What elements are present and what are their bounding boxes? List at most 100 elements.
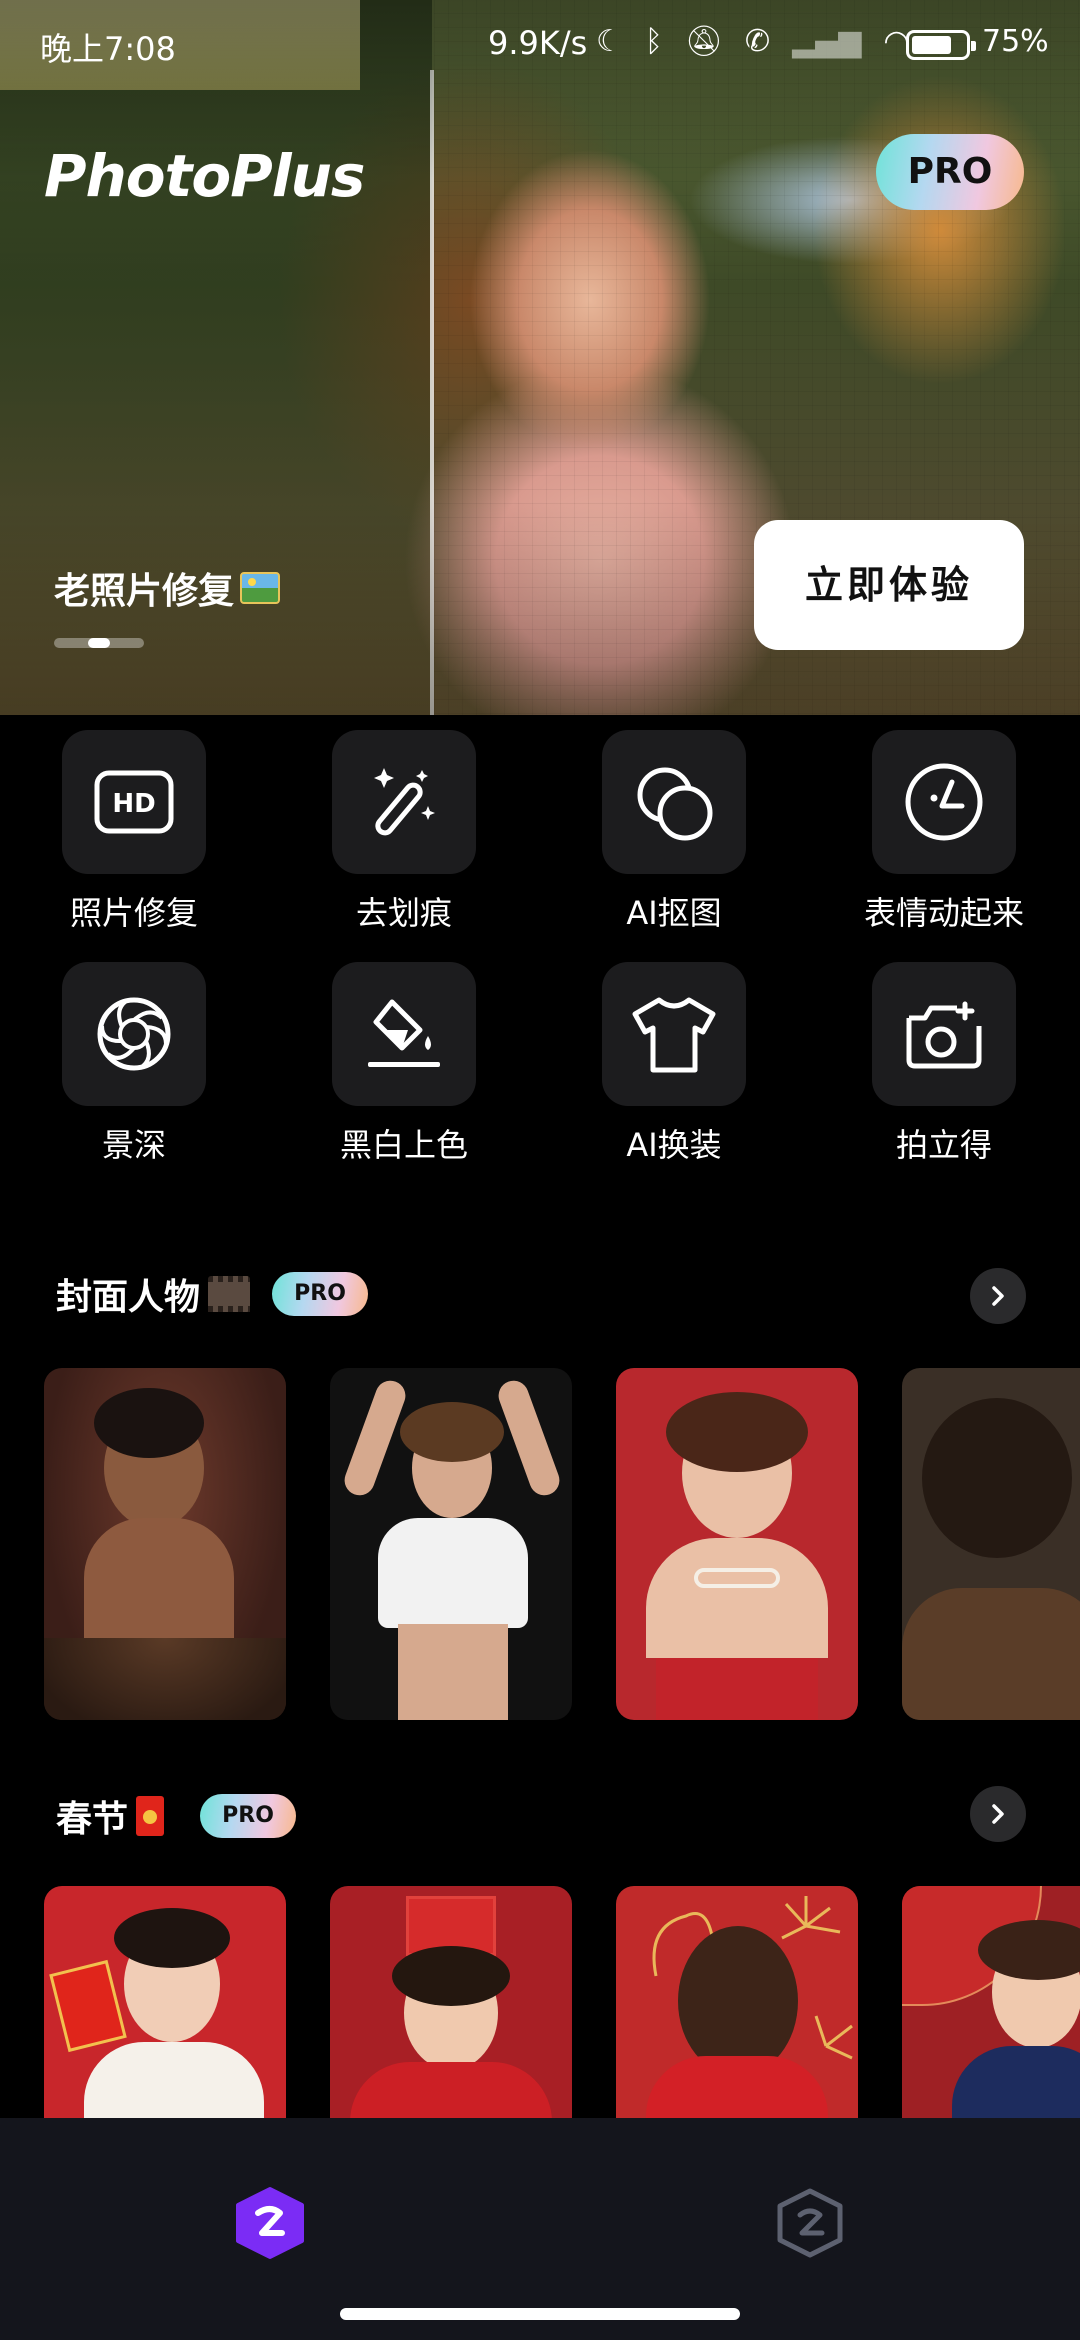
overlap-circles-icon — [637, 767, 713, 841]
battery-percent: 75% — [982, 24, 1049, 59]
tool-photo-repair[interactable]: HD 照片修复 — [34, 730, 234, 934]
chevron-right-icon — [992, 1286, 1004, 1306]
signal-icon: ▂▄▆ — [792, 24, 862, 59]
portrait-arm — [340, 1376, 410, 1500]
portrait-hair — [922, 1398, 1072, 1558]
portrait-hair — [94, 1388, 204, 1458]
carousel-active-dot — [88, 638, 110, 648]
tool-depth-of-field-tile — [62, 962, 206, 1106]
bottom-navigation — [0, 2118, 1080, 2340]
profile-logo-icon — [777, 2188, 843, 2258]
call-icon: ✆ — [745, 24, 771, 59]
magic-wand-icon — [374, 768, 435, 836]
nav-home[interactable] — [225, 2178, 315, 2268]
pro-badge: PRO — [272, 1272, 369, 1316]
portrait-hair — [678, 1926, 798, 2076]
tool-animate-face[interactable]: 表情动起来 — [844, 730, 1044, 934]
tool-ai-cutout[interactable]: AI抠图 — [574, 730, 774, 934]
nav-profile[interactable] — [765, 2178, 855, 2268]
hero-banner[interactable]: 晚上7:08 9.9K/s ☾ ᛒ 🔕︎ ✆ ▂▄▆ ◠ 75% PhotoPl… — [0, 0, 1080, 715]
tool-label: AI抠图 — [626, 894, 722, 932]
bluetooth-icon: ᛒ — [644, 24, 663, 59]
portrait-shirt — [378, 1518, 528, 1628]
tool-scratch-removal-tile — [332, 730, 476, 874]
tool-ai-outfit-tile — [602, 962, 746, 1106]
section-title: 春节 — [56, 1799, 129, 1840]
paint-bucket-icon — [368, 999, 440, 1067]
red-envelope — [49, 1959, 127, 2053]
portrait-coat — [902, 1588, 1080, 1720]
tool-label: 景深 — [101, 1126, 166, 1164]
tool-depth-of-field[interactable]: 景深 — [34, 962, 234, 1166]
status-icons: ☾ ᛒ 🔕︎ ✆ ▂▄▆ ◠ — [596, 22, 910, 62]
tool-scratch-removal[interactable]: 去划痕 — [304, 730, 504, 934]
tool-instant-camera-tile — [872, 962, 1016, 1106]
tool-photo-repair-tile: HD — [62, 730, 206, 874]
tool-instant-camera[interactable]: 拍立得 — [844, 962, 1044, 1166]
portrait-shoulder — [646, 1538, 828, 1658]
film-icon — [208, 1276, 251, 1312]
battery-nub — [971, 41, 976, 51]
tool-colorize-tile — [332, 962, 476, 1106]
tool-colorize[interactable]: 黑白上色 — [304, 962, 504, 1166]
carousel-indicator — [54, 638, 144, 648]
face-clock-icon — [905, 763, 983, 841]
template-card[interactable] — [616, 1886, 858, 2126]
section-more-button[interactable] — [970, 1268, 1026, 1324]
hero-caption: 老照片修复 — [54, 562, 281, 614]
tool-label: 照片修复 — [69, 894, 198, 932]
home-indicator — [340, 2308, 740, 2320]
battery-icon — [906, 30, 976, 60]
portrait-sweater — [350, 2062, 552, 2126]
section-header-cover: 封面人物 PRO — [56, 1268, 369, 1320]
portrait-necklace — [694, 1568, 780, 1588]
tool-animate-face-tile — [872, 730, 1016, 874]
network-rate: 9.9K/s — [488, 24, 588, 62]
tool-label: 黑白上色 — [339, 1126, 468, 1164]
portrait-sweater — [646, 2056, 828, 2126]
template-card[interactable] — [616, 1368, 858, 1720]
template-card[interactable] — [330, 1368, 572, 1720]
template-card[interactable] — [902, 1886, 1080, 2126]
moon-icon: ☾ — [596, 24, 623, 59]
red-envelope-icon — [136, 1796, 165, 1836]
pro-badge[interactable]: PRO — [876, 134, 1024, 210]
tool-ai-cutout-tile — [602, 730, 746, 874]
tool-label: AI换装 — [626, 1126, 722, 1164]
mute-bell-icon: 🔕︎ — [684, 24, 723, 59]
tool-ai-outfit[interactable]: AI换装 — [574, 962, 774, 1166]
svg-text:HD: HD — [112, 789, 155, 819]
section-more-button[interactable] — [970, 1786, 1026, 1842]
hd-icon: HD — [94, 770, 174, 834]
hero-caption-text: 老照片修复 — [54, 571, 235, 612]
portrait-hair — [400, 1402, 504, 1462]
status-time: 晚上7:08 — [40, 30, 176, 68]
status-bar: 晚上7:08 9.9K/s ☾ ᛒ 🔕︎ ✆ ▂▄▆ ◠ 75% — [0, 0, 1080, 90]
section-header-spring-festival: 春节 PRO — [56, 1790, 297, 1842]
template-card[interactable] — [902, 1368, 1080, 1720]
picture-icon — [240, 572, 281, 604]
portrait-arm — [494, 1376, 564, 1500]
aperture-icon — [97, 997, 171, 1071]
portrait-fur — [44, 1638, 286, 1720]
tshirt-icon — [632, 997, 716, 1073]
template-card[interactable] — [44, 1368, 286, 1720]
home-logo-icon — [236, 2187, 304, 2259]
chevron-right-icon — [992, 1804, 1004, 1824]
tool-label: 去划痕 — [355, 894, 452, 932]
portrait-qipao — [84, 2042, 264, 2126]
portrait-hair — [392, 1946, 510, 2006]
app-logo: PhotoPlus — [44, 142, 365, 210]
section-title: 封面人物 — [56, 1277, 201, 1318]
try-now-button[interactable]: 立即体验 — [754, 520, 1024, 650]
portrait-hair — [666, 1392, 808, 1472]
portrait-dress — [656, 1658, 818, 1720]
tool-label: 表情动起来 — [863, 894, 1024, 932]
template-card[interactable] — [330, 1886, 572, 2126]
tool-label: 拍立得 — [895, 1126, 992, 1164]
camera-icon — [906, 1001, 982, 1069]
pro-badge: PRO — [200, 1794, 297, 1838]
portrait-waist — [398, 1624, 508, 1720]
portrait-qipao — [952, 2046, 1080, 2126]
template-card[interactable] — [44, 1886, 286, 2126]
